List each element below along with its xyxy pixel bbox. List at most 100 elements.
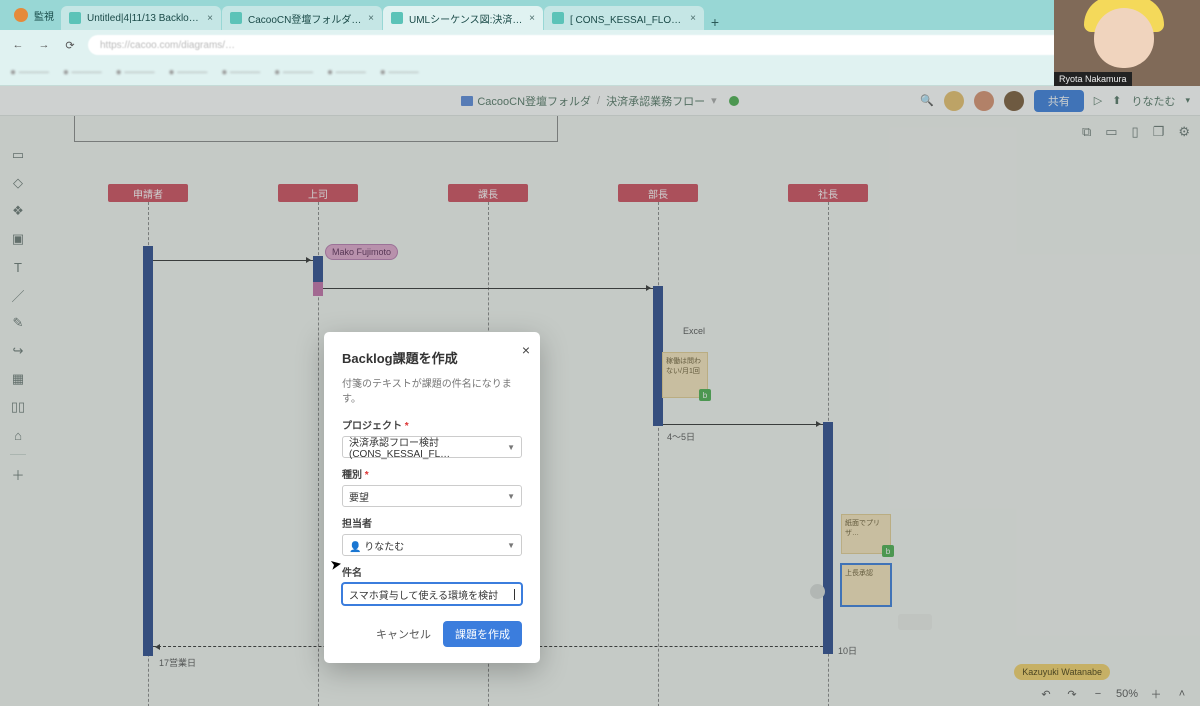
breadcrumb-file[interactable]: 決済承認業務フロー <box>606 93 705 109</box>
message-arrow <box>153 260 313 261</box>
page-icon[interactable]: ⧉ <box>1082 124 1091 140</box>
assignee-select[interactable]: 👤 りなたむ ▼ <box>342 534 522 556</box>
subject-input[interactable]: スマホ貸与して使える環境を検討 <box>342 583 522 605</box>
collab-avatar[interactable] <box>944 91 964 111</box>
sticky-note[interactable]: 紙面でプリザ… b <box>841 514 891 554</box>
collab-avatar[interactable] <box>1004 91 1024 111</box>
close-icon[interactable]: × <box>690 13 696 24</box>
redo-button[interactable]: ↷ <box>1064 688 1080 701</box>
close-icon[interactable]: × <box>207 13 213 24</box>
new-tab-button[interactable]: + <box>705 14 725 30</box>
message-arrow <box>663 424 823 425</box>
layers-icon[interactable]: ❐ <box>1153 124 1165 140</box>
mouse-cursor: ➤ <box>329 555 344 574</box>
chevron-down-icon: ▼ <box>507 492 515 501</box>
close-icon[interactable]: × <box>368 13 374 24</box>
collab-cursor-tag: Mako Fujimoto <box>325 244 398 260</box>
undo-button[interactable]: ↶ <box>1038 688 1054 701</box>
profile-chip[interactable]: 監視 <box>8 0 60 30</box>
backlog-badge-icon: b <box>882 545 894 557</box>
message-arrow <box>323 288 653 289</box>
actor-box[interactable]: 上司 <box>278 184 358 202</box>
tab-2[interactable]: UMLシーケンス図:決済承認業務フロ…× <box>383 6 543 30</box>
bookmark-item[interactable]: ● ――― <box>221 67 260 78</box>
create-issue-button[interactable]: 課題を作成 <box>443 621 522 647</box>
chevron-down-icon: ▼ <box>507 541 515 550</box>
type-select[interactable]: 要望▼ <box>342 485 522 507</box>
zoom-level[interactable]: 50% <box>1116 688 1138 700</box>
text-label: 10日 <box>838 644 857 657</box>
pen-tool[interactable]: ✎ <box>9 314 27 332</box>
bookmark-item[interactable]: ● ――― <box>116 67 155 78</box>
present-icon[interactable]: ▷ <box>1094 94 1102 107</box>
add-tool[interactable]: ＋ <box>9 465 27 483</box>
back-button[interactable]: ← <box>10 37 26 53</box>
video-icon[interactable]: ▯ <box>1132 124 1139 140</box>
zoom-in-button[interactable]: ＋ <box>1148 686 1164 702</box>
actor-box[interactable]: 社長 <box>788 184 868 202</box>
browser-tabstrip: 監視 Untitled|4|11/13 Backlog x Caco…× Cac… <box>0 0 1200 30</box>
forward-button[interactable]: → <box>36 37 52 53</box>
tab-0[interactable]: Untitled|4|11/13 Backlog x Caco…× <box>61 6 221 30</box>
share-button[interactable]: 共有 <box>1034 90 1084 112</box>
actor-box[interactable]: 申請者 <box>108 184 188 202</box>
text-label: Excel <box>683 326 705 336</box>
line-tool[interactable]: ／ <box>9 286 27 304</box>
text-label: 17営業日 <box>159 656 196 669</box>
text-tool[interactable]: T <box>9 258 27 276</box>
export-icon[interactable]: ⬆ <box>1112 94 1121 107</box>
webcam-name-label: Ryota Nakamura <box>1054 72 1132 86</box>
assignee-label: 担当者 <box>342 515 522 530</box>
sticky-note-selected[interactable]: 上長承認 <box>841 564 891 606</box>
activation-bar <box>313 256 323 282</box>
connector-tool[interactable]: ↪ <box>9 342 27 360</box>
bookmark-item[interactable]: ● ――― <box>168 67 207 78</box>
zoom-out-button[interactable]: − <box>1090 688 1106 700</box>
reload-button[interactable]: ⟳ <box>62 37 78 53</box>
chart-tool[interactable]: ▯▯ <box>9 398 27 416</box>
actor-box[interactable]: 課長 <box>448 184 528 202</box>
settings-icon[interactable]: ⚙ <box>1178 124 1190 140</box>
pointer-tool[interactable]: ▭ <box>9 146 27 164</box>
tab-3[interactable]: [ CONS_KESSAI_FLOW ] 基本設定× <box>544 6 704 30</box>
actor-box[interactable]: 部長 <box>618 184 698 202</box>
diagram-canvas[interactable]: 申請者 上司 課長 部長 社長 Mako Fujimoto Excel 稼働は問… <box>36 116 1200 706</box>
bookmark-item[interactable]: ● ――― <box>327 67 366 78</box>
close-button[interactable]: × <box>522 342 530 358</box>
cancel-button[interactable]: キャンセル <box>376 626 431 642</box>
tab-1[interactable]: CacooCN登壇フォルダ - りなたむ - C…× <box>222 6 382 30</box>
create-backlog-issue-dialog: × Backlog課題を作成 付箋のテキストが課題の件名になります。 プロジェク… <box>324 332 540 663</box>
url-field[interactable]: https://cacoo.com/diagrams/… <box>88 35 1138 55</box>
webcam-overlay: Ryota Nakamura <box>1054 0 1200 86</box>
bookmark-item[interactable]: ● ――― <box>63 67 102 78</box>
sticky-placeholder[interactable] <box>898 614 932 630</box>
app-header: CacooCN登壇フォルダ / 決済承認業務フロー ▾ 🔍 共有 ▷ ⬆ りなた… <box>0 86 1200 116</box>
project-label: プロジェクト * <box>342 417 522 432</box>
left-toolbar: ▭ ◇ ❖ ▣ T ／ ✎ ↪ ▦ ▯▯ ⌂ ＋ <box>4 146 32 483</box>
shape-tool[interactable]: ◇ <box>9 174 27 192</box>
bookmark-item[interactable]: ● ――― <box>10 67 49 78</box>
activation-bar <box>143 246 153 656</box>
frame-tool[interactable]: ▣ <box>9 230 27 248</box>
sticky-note[interactable]: 稼働は問わない/月1回 b <box>662 352 708 398</box>
chevron-up-icon[interactable]: ˄ <box>1174 688 1190 700</box>
close-icon[interactable]: × <box>529 13 535 24</box>
shapes-panel-tool[interactable]: ❖ <box>9 202 27 220</box>
username-label[interactable]: りなたむ <box>1131 93 1175 109</box>
activation-bar <box>823 422 833 654</box>
subject-label: 件名 <box>342 564 522 579</box>
collab-cursor-chip: Kazuyuki Watanabe <box>1014 664 1110 680</box>
dialog-title: Backlog課題を作成 <box>342 348 522 367</box>
bookmark-item[interactable]: ● ――― <box>380 67 419 78</box>
breadcrumb-folder[interactable]: CacooCN登壇フォルダ <box>477 93 591 109</box>
search-icon[interactable]: 🔍 <box>920 94 934 107</box>
collab-avatar[interactable] <box>974 91 994 111</box>
comment-icon[interactable]: ▭ <box>1105 124 1117 140</box>
handle-dot[interactable] <box>810 584 825 599</box>
image-tool[interactable]: ⌂ <box>9 426 27 444</box>
bookmark-item[interactable]: ● ――― <box>274 67 313 78</box>
project-select[interactable]: 決済承認フロー検討 (CONS_KESSAI_FL…▼ <box>342 436 522 458</box>
chevron-down-icon[interactable]: ▾ <box>1185 95 1190 106</box>
table-tool[interactable]: ▦ <box>9 370 27 388</box>
user-icon: 👤 <box>349 542 361 553</box>
